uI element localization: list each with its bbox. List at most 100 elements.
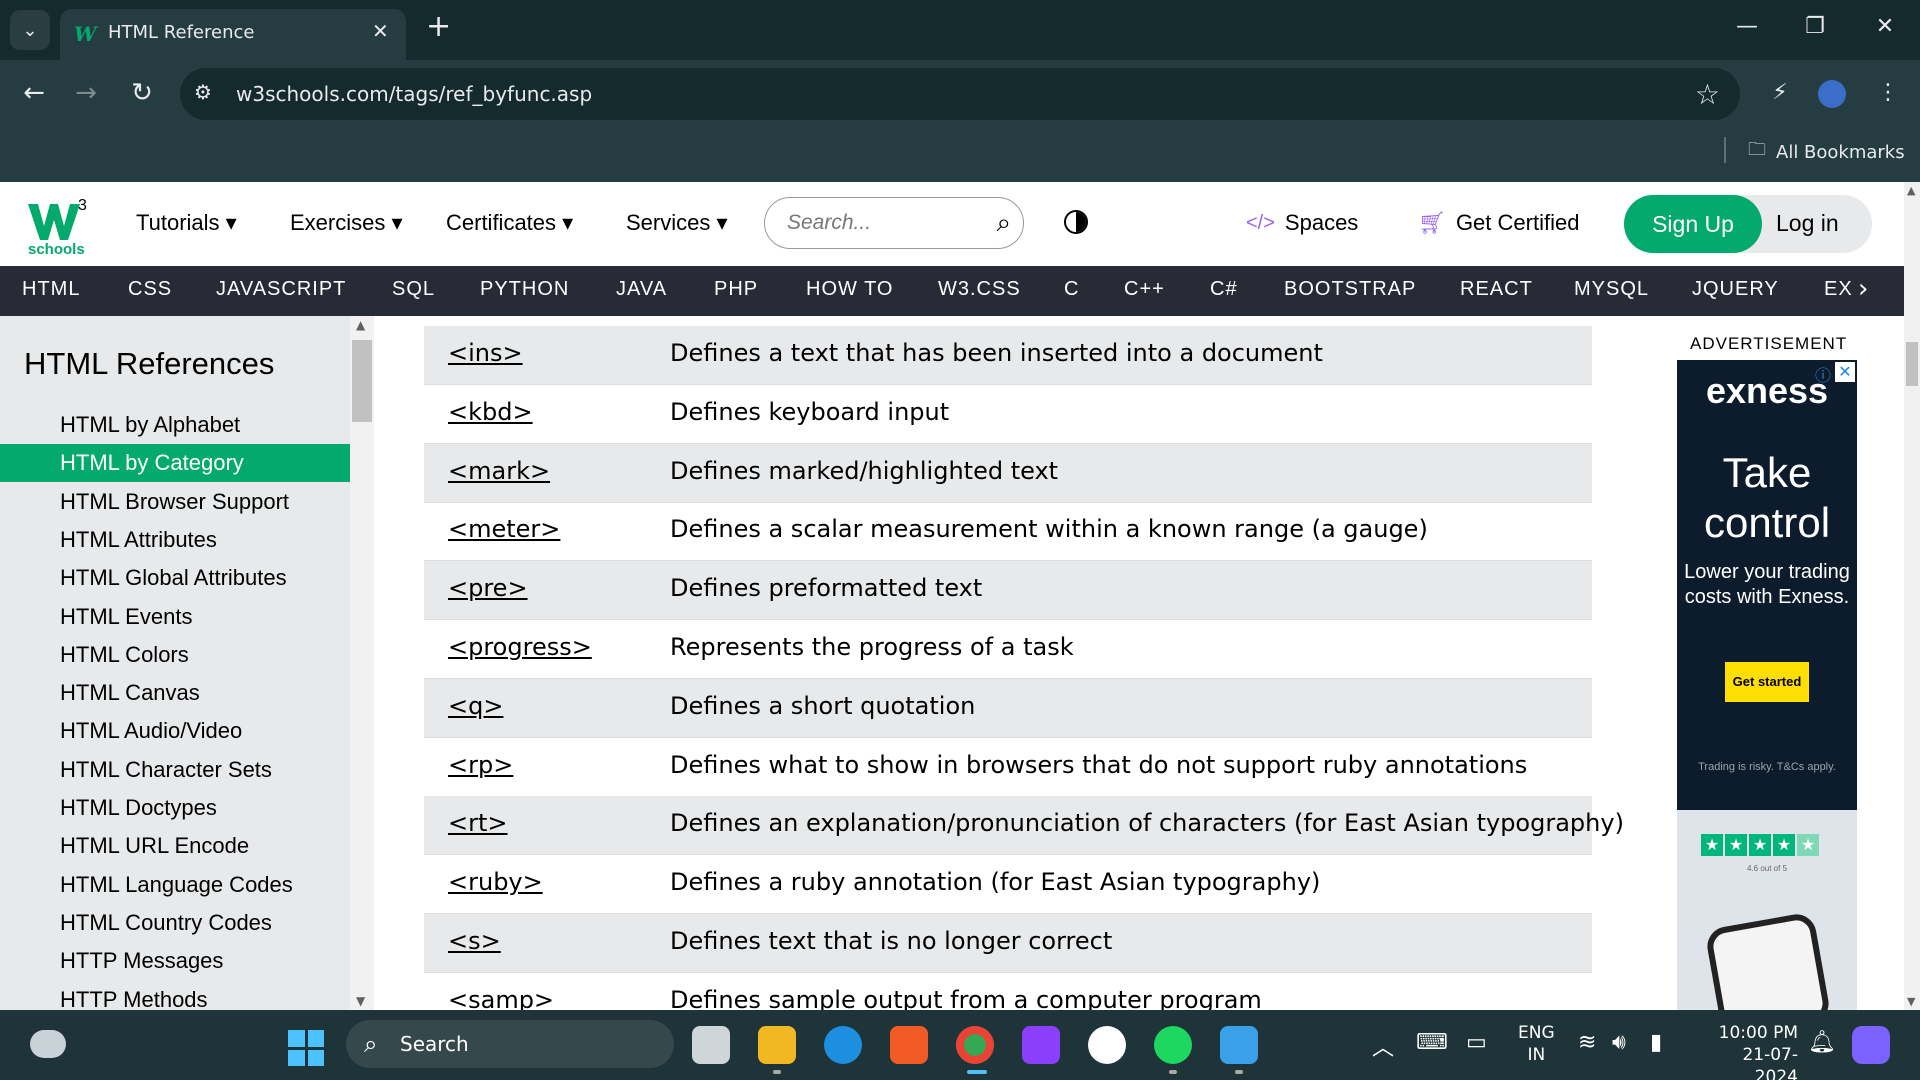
sidebar-item[interactable]: HTML Events (0, 598, 350, 636)
tag-link[interactable]: <ruby> (448, 868, 543, 896)
sidebar-item[interactable]: HTML Audio/Video (0, 712, 350, 750)
taskbar-search[interactable]: ⌕ Search (346, 1020, 674, 1068)
sidebar-item[interactable]: HTML Character Sets (0, 751, 350, 789)
scroll-up-icon[interactable]: ▲ (356, 318, 365, 332)
xbox-icon[interactable] (1088, 1026, 1126, 1064)
minimize-icon[interactable]: — (1732, 14, 1762, 39)
tag-link[interactable]: <rt> (448, 809, 508, 837)
menu-certificates[interactable]: Certificates ▾ (446, 210, 573, 236)
edge-icon[interactable] (824, 1026, 862, 1064)
advertisement[interactable]: ⓘ ✕ exness Take control Lower your tradi… (1677, 360, 1857, 1010)
sidebar-item[interactable]: HTML Browser Support (0, 483, 350, 521)
tag-link[interactable]: <progress> (448, 633, 592, 661)
topnav-html[interactable]: HTML (22, 278, 80, 301)
chrome-icon[interactable] (956, 1026, 994, 1064)
battery-icon[interactable]: ▮ (1650, 1030, 1662, 1055)
bookmark-star-icon[interactable]: ☆ (1695, 78, 1720, 111)
topnav-next-icon[interactable]: › (1858, 274, 1868, 304)
sidebar-item[interactable]: HTTP Messages (0, 942, 350, 980)
file-explorer-icon[interactable] (758, 1026, 796, 1064)
ad-cta-button[interactable]: Get started (1725, 662, 1809, 702)
url-text[interactable]: w3schools.com/tags/ref_byfunc.asp (236, 82, 592, 106)
task-view-icon[interactable] (692, 1026, 730, 1064)
address-bar[interactable]: ⚙ w3schools.com/tags/ref_byfunc.asp ☆ (180, 68, 1740, 120)
notification-bell-icon[interactable]: 🔔︎ (1808, 1030, 1836, 1055)
menu-services[interactable]: Services ▾ (626, 210, 728, 236)
topnav-java[interactable]: JAVA (616, 278, 667, 301)
topnav-php[interactable]: PHP (714, 278, 758, 301)
sidebar-item[interactable]: HTML Colors (0, 636, 350, 674)
tag-link[interactable]: <samp> (448, 986, 554, 1010)
topnav-bootstrap[interactable]: BOOTSTRAP (1284, 278, 1416, 301)
tag-link[interactable]: <meter> (448, 515, 560, 543)
topnav-csharp[interactable]: C# (1210, 278, 1238, 301)
browser-tab-active[interactable]: W HTML Reference ✕ (60, 9, 406, 60)
topnav-w3css[interactable]: W3.CSS (938, 278, 1021, 301)
sidebar-scroll-thumb[interactable] (352, 340, 372, 422)
photos-icon[interactable] (1220, 1026, 1258, 1064)
tag-link[interactable]: <s> (448, 927, 501, 955)
scroll-down-icon[interactable]: ▼ (1907, 995, 1915, 1008)
restore-icon[interactable]: ❐ (1800, 14, 1830, 39)
tab-close-icon[interactable]: ✕ (372, 19, 389, 43)
sidebar-item[interactable]: HTML by Category (0, 444, 350, 483)
topnav-sql[interactable]: SQL (392, 278, 435, 301)
dark-mode-toggle-icon[interactable] (1064, 210, 1088, 234)
show-hidden-icons-icon[interactable]: ︿ (1372, 1030, 1394, 1062)
tab-search-chevron-icon[interactable]: ⌄ (10, 10, 50, 50)
scroll-up-icon[interactable]: ▲ (1907, 184, 1915, 197)
spaces-link[interactable]: </> Spaces (1246, 210, 1358, 236)
tag-link[interactable]: <kbd> (448, 398, 533, 426)
page-scroll-thumb[interactable] (1906, 342, 1918, 386)
log-in-button[interactable]: Log in (1776, 210, 1839, 237)
sidebar-item[interactable]: HTML by Alphabet (0, 406, 350, 444)
keyboard-icon[interactable]: ⌨ (1416, 1030, 1448, 1055)
sidebar-item[interactable]: HTTP Methods (0, 981, 350, 1011)
search-input[interactable]: Search... ⌕ (764, 197, 1024, 249)
scroll-down-icon[interactable]: ▼ (356, 994, 365, 1008)
sidebar-item[interactable]: HTML Language Codes (0, 866, 350, 904)
topnav-jquery[interactable]: JQUERY (1692, 278, 1779, 301)
profile-avatar[interactable] (1818, 80, 1846, 108)
topnav-mysql[interactable]: MYSQL (1574, 278, 1649, 301)
topnav-react[interactable]: REACT (1460, 278, 1533, 301)
performance-icon[interactable]: ⚡ (1762, 80, 1798, 106)
volume-icon[interactable]: 🔊︎ (1612, 1030, 1626, 1055)
all-bookmarks-button[interactable]: 🗀 All Bookmarks (1748, 137, 1905, 167)
copilot-icon[interactable] (1852, 1026, 1890, 1064)
sidebar-item[interactable]: HTML URL Encode (0, 827, 350, 865)
topnav-howto[interactable]: HOW TO (806, 278, 893, 301)
close-window-icon[interactable]: ✕ (1870, 14, 1900, 39)
start-button-icon[interactable] (288, 1030, 324, 1066)
topnav-javascript[interactable]: JAVASCRIPT (216, 278, 346, 301)
topnav-c[interactable]: C (1064, 278, 1079, 301)
tag-link[interactable]: <ins> (448, 339, 523, 367)
clock[interactable]: 10:00 PM 21-07-2024 (1700, 1022, 1798, 1080)
topnav-css[interactable]: CSS (128, 278, 172, 301)
language-indicator[interactable]: ENG IN (1518, 1022, 1555, 1066)
sidebar-item[interactable]: HTML Canvas (0, 674, 350, 712)
sign-up-button[interactable]: Sign Up (1624, 195, 1762, 253)
sidebar-item[interactable]: HTML Country Codes (0, 904, 350, 942)
topnav-cpp[interactable]: C++ (1124, 278, 1165, 301)
forward-icon[interactable]: → (68, 80, 104, 106)
sidebar-item[interactable]: HTML Attributes (0, 521, 350, 559)
w3schools-logo[interactable]: 3 schools (26, 196, 90, 258)
weather-widget-icon[interactable] (30, 1030, 66, 1058)
topnav-ex[interactable]: EX (1824, 278, 1853, 301)
tag-link[interactable]: <q> (448, 692, 503, 720)
page-scrollbar[interactable]: ▲ ▼ (1904, 182, 1920, 1010)
tag-link[interactable]: <mark> (448, 457, 550, 485)
site-info-icon[interactable]: ⚙ (194, 80, 212, 104)
menu-kebab-icon[interactable]: ⋮ (1870, 80, 1906, 106)
spotify-icon[interactable] (1154, 1026, 1192, 1064)
store-icon[interactable] (890, 1026, 928, 1064)
sidebar-scrollbar[interactable]: ▲ ▼ (350, 316, 374, 1010)
get-certified-link[interactable]: 🛒︎ Get Certified (1418, 210, 1579, 236)
new-tab-icon[interactable]: + (426, 12, 451, 42)
tablet-icon[interactable]: ▭ (1466, 1030, 1487, 1055)
topnav-python[interactable]: PYTHON (480, 278, 569, 301)
tag-link[interactable]: <rp> (448, 751, 513, 779)
wifi-icon[interactable]: ≋ (1578, 1030, 1596, 1055)
tag-link[interactable]: <pre> (448, 574, 528, 602)
